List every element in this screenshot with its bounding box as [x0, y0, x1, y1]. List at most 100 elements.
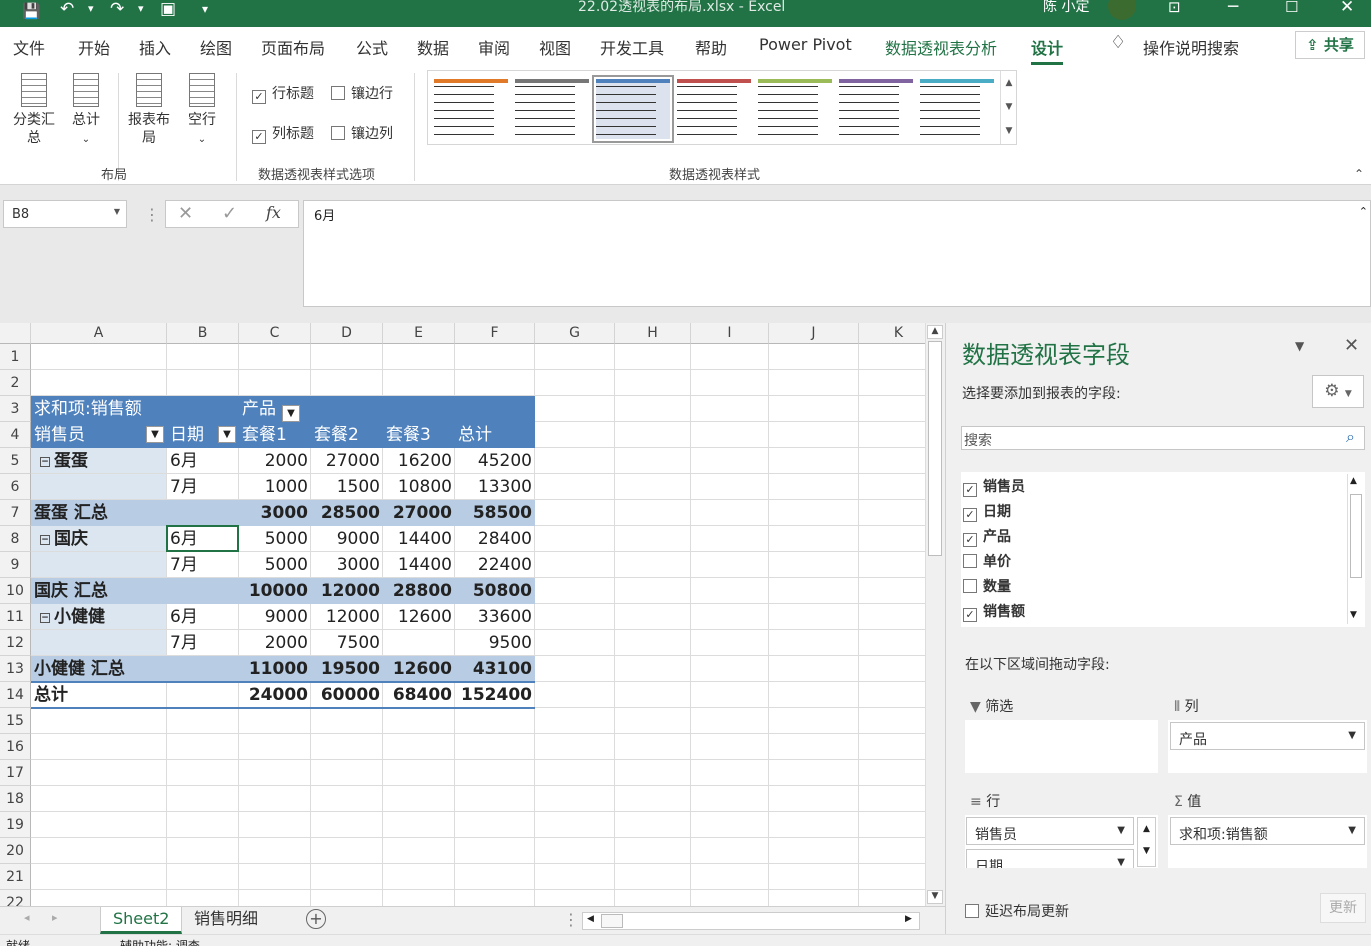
pivot-value-cell[interactable]: 27000 — [311, 448, 383, 474]
pivot-value-cell[interactable]: 9500 — [455, 630, 535, 656]
ribbon-display-icon[interactable]: ⊡ — [1168, 0, 1181, 16]
maximize-icon[interactable]: ☐ — [1285, 0, 1298, 16]
pivot-value-cell[interactable]: 10800 — [383, 474, 455, 500]
row-header[interactable]: 5 — [0, 448, 31, 474]
rows-field-chip[interactable]: 日期 ▼ — [966, 849, 1134, 868]
h-scroll-thumb[interactable] — [601, 914, 623, 928]
pivot-value-cell[interactable]: 12000 — [311, 578, 383, 604]
collapse-icon[interactable]: − — [40, 457, 50, 467]
row-header[interactable]: 9 — [0, 552, 31, 578]
tab-page-layout[interactable]: 页面布局 — [261, 35, 325, 59]
pivot-style-swatch[interactable] — [515, 79, 589, 139]
row-header[interactable]: 17 — [0, 760, 31, 786]
pivot-value-cell[interactable]: 10000 — [239, 578, 311, 604]
tab-draw[interactable]: 绘图 — [200, 35, 232, 59]
formula-input[interactable]: 6月 ⌃ — [303, 200, 1371, 307]
save-icon[interactable]: 💾 — [22, 2, 41, 20]
pivot-value-cell[interactable]: 3000 — [311, 552, 383, 578]
next-sheet-icon[interactable]: ▸ — [52, 911, 58, 924]
row-header[interactable]: 10 — [0, 578, 31, 604]
tab-file[interactable]: 文件 — [13, 35, 45, 59]
pivot-row-field-2[interactable]: 日期 ▼ — [167, 422, 239, 448]
column-header[interactable]: G — [535, 323, 615, 344]
pane-options-icon[interactable]: ▼ — [1295, 339, 1304, 353]
field-item[interactable]: ✓ 销售额 — [963, 601, 1025, 622]
field-checkbox-checked[interactable]: ✓ — [963, 608, 977, 622]
column-header[interactable]: F — [455, 323, 535, 344]
row-header[interactable]: 4 — [0, 422, 31, 448]
tab-review[interactable]: 审阅 — [478, 35, 510, 59]
pivot-style-swatch[interactable] — [677, 79, 751, 139]
pivot-month-label[interactable]: 6月 — [167, 604, 201, 630]
pivot-value-cell[interactable]: 1500 — [311, 474, 383, 500]
tab-insert[interactable]: 插入 — [139, 35, 171, 59]
pivot-value-cell[interactable]: 22400 — [455, 552, 535, 578]
touch-mode-icon[interactable]: ▣ — [160, 0, 176, 18]
column-header[interactable]: C — [239, 323, 311, 344]
pivot-value-cell[interactable]: 5000 — [239, 552, 311, 578]
pivot-col-header[interactable]: 套餐2 — [311, 422, 362, 448]
pivot-style-swatch[interactable] — [920, 79, 994, 139]
pivot-value-cell[interactable]: 14400 — [383, 526, 455, 552]
filter-dropdown-icon[interactable]: ▼ — [218, 426, 236, 443]
row-header[interactable]: 7 — [0, 500, 31, 526]
collapse-icon[interactable]: − — [40, 613, 50, 623]
pivot-row-label[interactable]: 总计 — [31, 682, 71, 708]
prev-sheet-icon[interactable]: ◂ — [24, 911, 30, 924]
gallery-scroll[interactable]: ▲ ▼ ▼ — [1000, 71, 1017, 144]
pivot-value-cell[interactable]: 7500 — [311, 630, 383, 656]
pivot-value-cell[interactable]: 152400 — [455, 682, 535, 708]
values-drop-zone[interactable]: 求和项:销售额 ▼ — [1168, 815, 1367, 868]
pivot-col-header[interactable]: 套餐1 — [239, 422, 290, 448]
pivot-value-cell[interactable] — [383, 630, 455, 656]
pivot-value-cell[interactable]: 2000 — [239, 630, 311, 656]
pivot-value-cell[interactable]: 3000 — [239, 500, 311, 526]
close-icon[interactable]: ✕ — [1340, 0, 1354, 16]
collapse-formula-icon[interactable]: ⌃ — [1359, 205, 1368, 218]
pivot-value-cell[interactable]: 24000 — [239, 682, 311, 708]
field-item[interactable]: ✓ 产品 — [963, 526, 1011, 547]
row-header[interactable]: 6 — [0, 474, 31, 500]
pivot-value-cell[interactable]: 14400 — [383, 552, 455, 578]
column-header[interactable]: K — [859, 323, 925, 344]
field-list-scrollbar[interactable]: ▲ ▼ — [1347, 474, 1363, 624]
vertical-scrollbar[interactable]: ▲ ▼ — [925, 323, 945, 908]
pivot-value-cell[interactable]: 58500 — [455, 500, 535, 526]
redo-icon[interactable]: ↷ — [110, 0, 124, 18]
column-header[interactable]: A — [31, 323, 167, 344]
pivot-month-label[interactable]: 7月 — [167, 630, 201, 656]
pivot-month-label[interactable]: 6月 — [167, 448, 201, 474]
pivot-col-header[interactable]: 套餐3 — [383, 422, 434, 448]
pivot-value-cell[interactable]: 12600 — [383, 656, 455, 682]
rows-drop-zone[interactable]: 销售员 ▼ 日期 ▼ ▲ ▼ — [965, 815, 1158, 868]
scroll-down-icon[interactable]: ▼ — [1350, 610, 1357, 620]
pivot-row-label[interactable]: − 国庆 — [31, 526, 91, 552]
column-header[interactable]: I — [691, 323, 769, 344]
pivot-value-cell[interactable]: 28500 — [311, 500, 383, 526]
redo-dropdown-icon[interactable]: ▾ — [138, 0, 144, 18]
pivot-style-swatch[interactable] — [758, 79, 832, 139]
row-header[interactable]: 14 — [0, 682, 31, 708]
pivot-value-cell[interactable]: 19500 — [311, 656, 383, 682]
tab-power-pivot[interactable]: Power Pivot — [759, 35, 852, 54]
undo-icon[interactable]: ↶ — [60, 0, 74, 18]
row-header[interactable]: 20 — [0, 838, 31, 864]
horizontal-scrollbar[interactable]: ◀ ▶ — [582, 912, 920, 930]
enter-icon[interactable]: ✓ — [222, 203, 237, 224]
row-header[interactable]: 8 — [0, 526, 31, 552]
pivot-value-cell[interactable]: 28400 — [455, 526, 535, 552]
splitter-icon[interactable]: ⋮ — [563, 910, 579, 929]
row-header[interactable]: 15 — [0, 708, 31, 734]
close-pane-icon[interactable]: ✕ — [1344, 335, 1359, 356]
pivot-value-cell[interactable]: 16200 — [383, 448, 455, 474]
customize-qat-icon[interactable]: ▾ — [202, 0, 208, 18]
subtotals-button[interactable]: 分类汇总 — [8, 73, 60, 147]
sheet-tab-sheet2[interactable]: Sheet2 — [100, 907, 183, 934]
field-checkbox-checked[interactable]: ✓ — [963, 533, 977, 547]
insert-function-icon[interactable]: fx — [266, 203, 281, 222]
field-checkbox-checked[interactable]: ✓ — [963, 508, 977, 522]
tell-me-search[interactable]: 操作说明搜索 — [1143, 35, 1239, 59]
share-button[interactable]: ⇪ 共享 — [1295, 31, 1365, 59]
row-header[interactable]: 1 — [0, 344, 31, 370]
row-header[interactable]: 21 — [0, 864, 31, 890]
